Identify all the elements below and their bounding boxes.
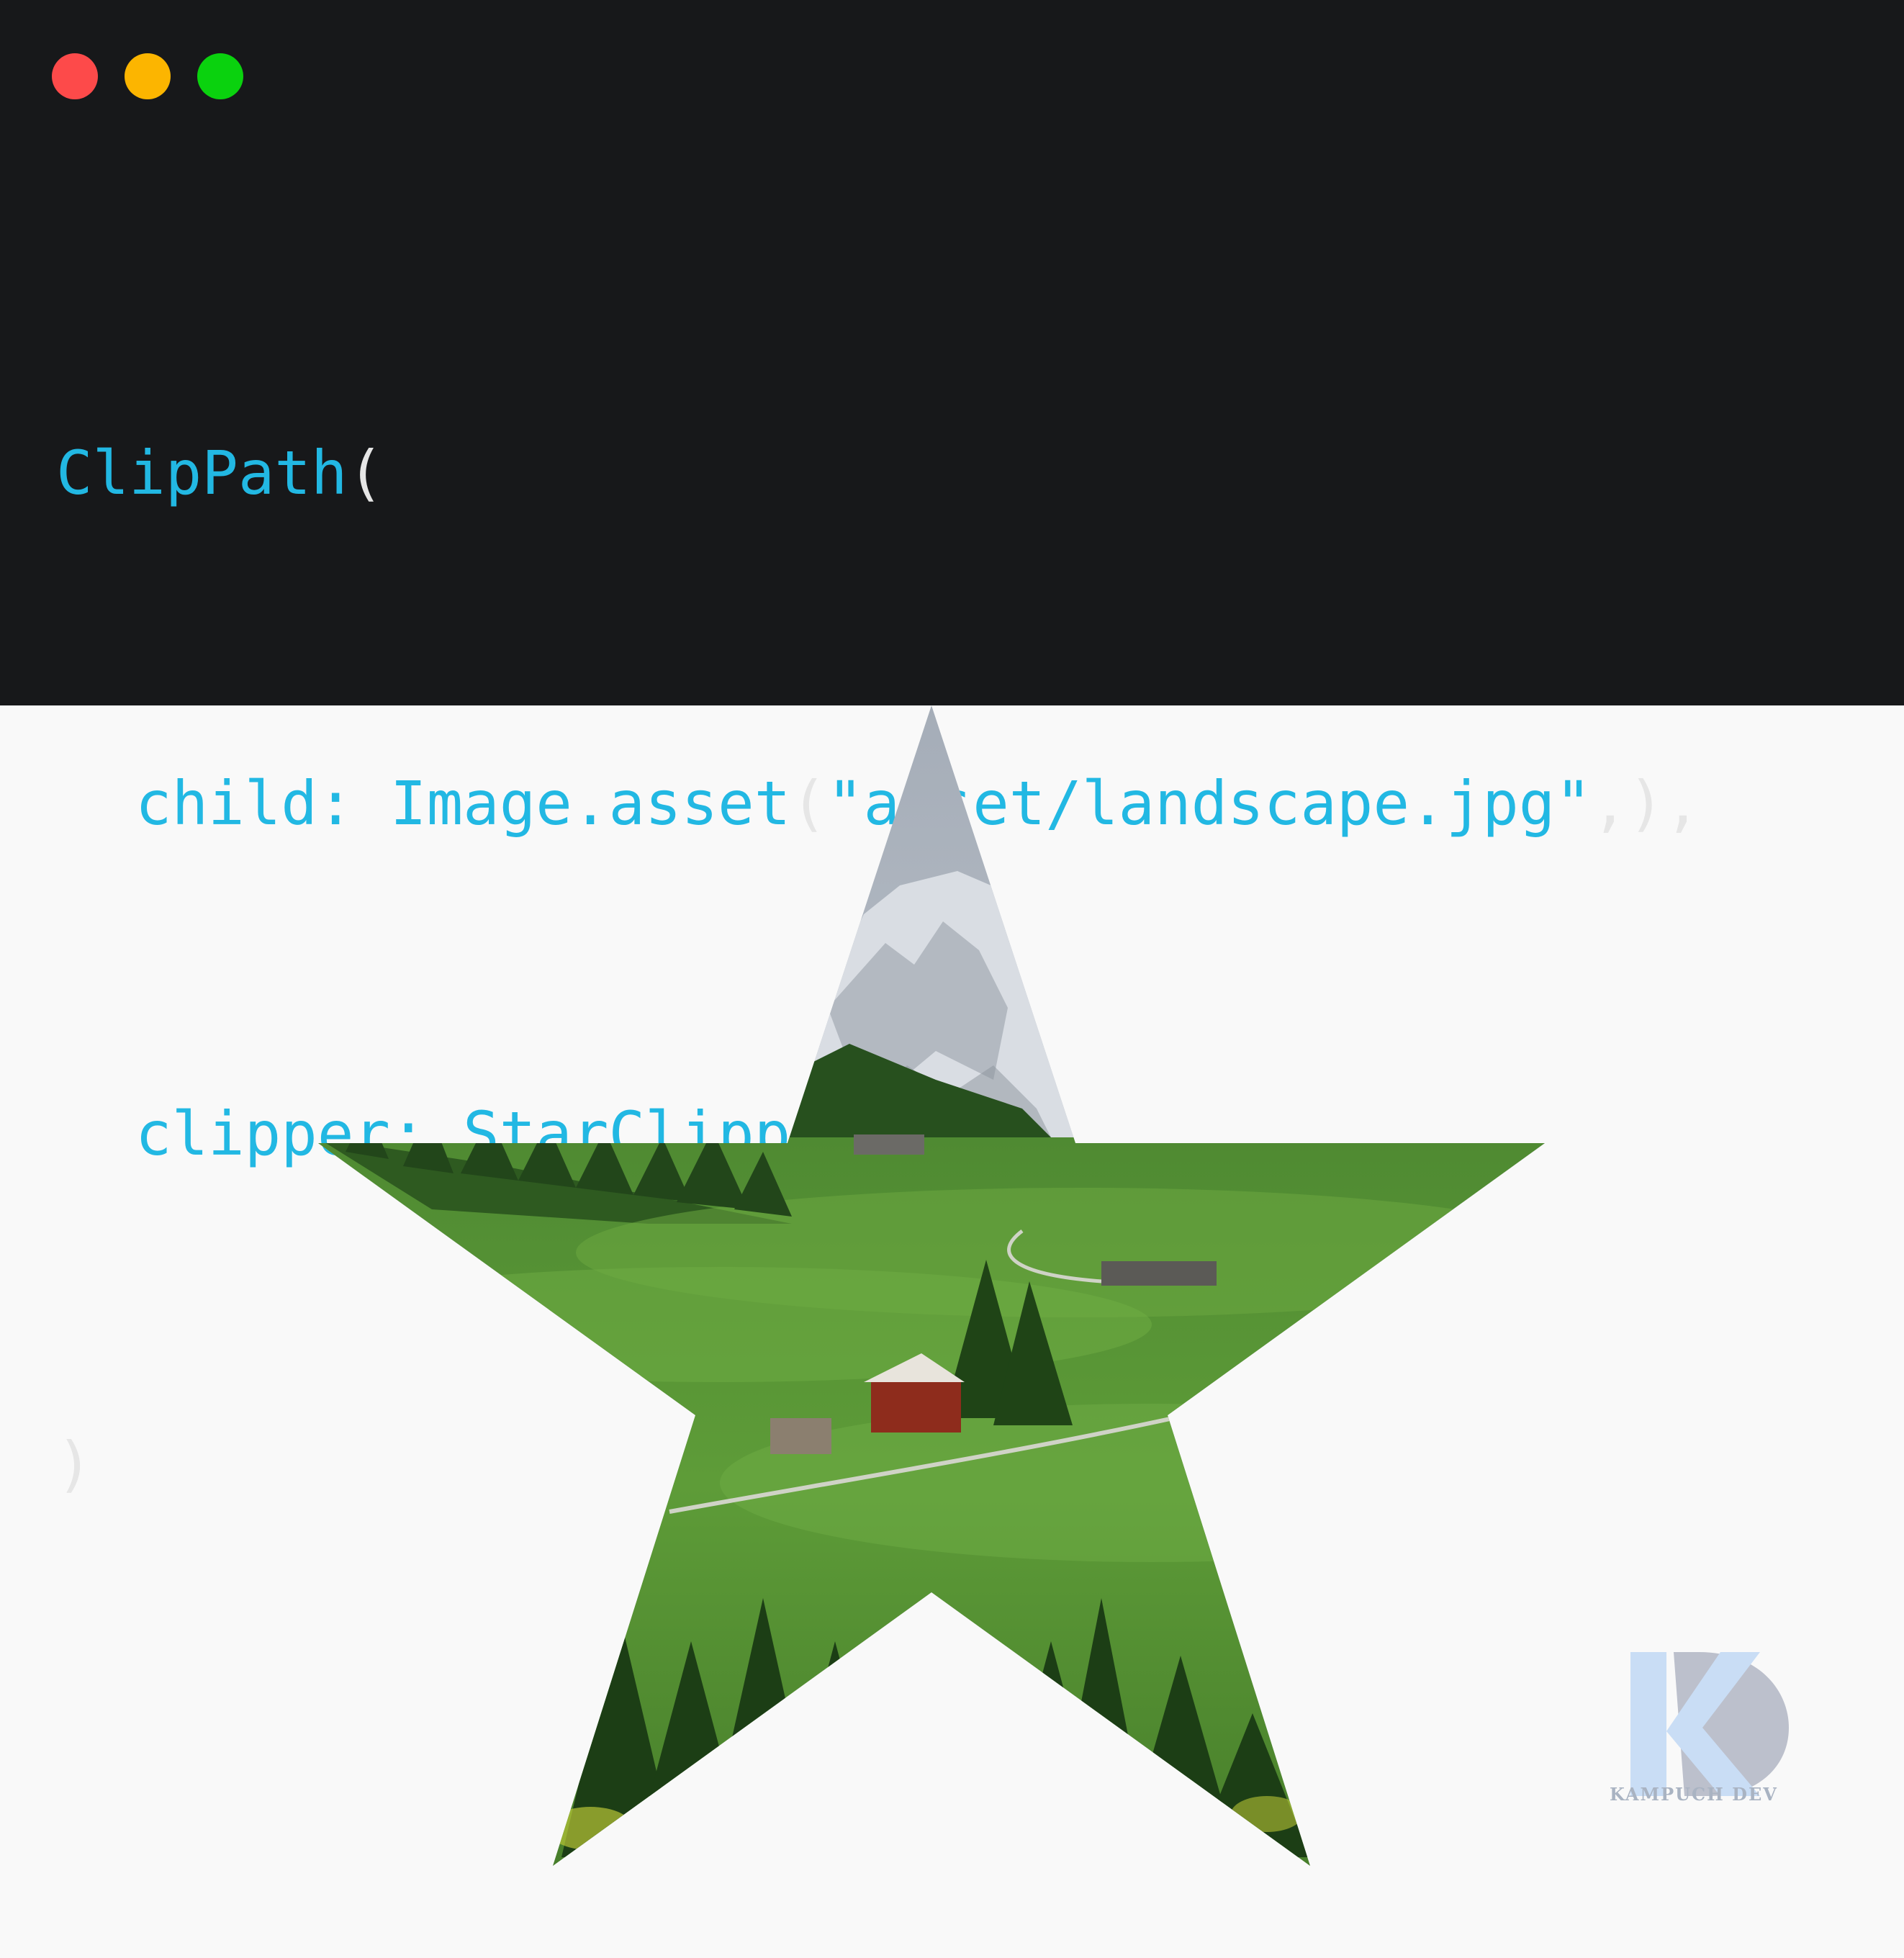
code-window: ClipPath( child: Image.asset("asset/land… [0,0,1904,1499]
close-window-button[interactable] [52,53,98,99]
maximize-window-button[interactable] [197,53,243,99]
code-line-1: ClipPath( [56,418,1701,528]
watermark-text: KAMPUCH DEV [1610,1784,1778,1805]
code-punct-open: ( [347,438,384,508]
code-token-clippath: ClipPath [56,438,348,508]
minimize-window-button[interactable] [125,53,171,99]
